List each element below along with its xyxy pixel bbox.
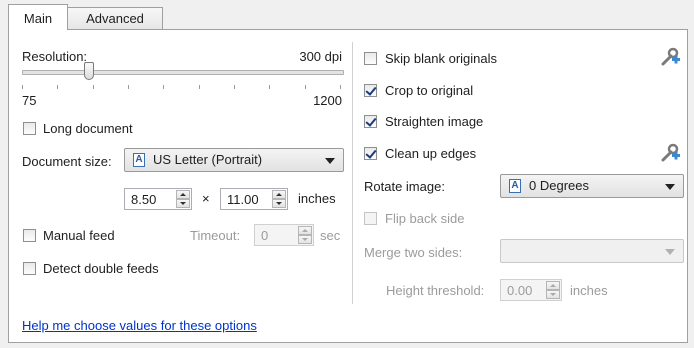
resolution-slider[interactable] [22, 62, 344, 92]
straighten-label: Straighten image [385, 114, 484, 129]
height-threshold-spinner[interactable]: 0.00 [500, 279, 562, 301]
spin-up-icon[interactable] [298, 226, 312, 235]
timeout-value: 0 [261, 228, 269, 243]
timeout-label: Timeout: [190, 228, 241, 243]
timeout-spinner[interactable]: 0 [254, 224, 314, 246]
slider-tick [234, 85, 235, 89]
manual-feed-label: Manual feed [43, 228, 115, 243]
merge-combo[interactable] [500, 239, 684, 263]
slider-thumb[interactable] [84, 62, 94, 80]
slider-tick [57, 85, 58, 89]
skip-blank-checkbox[interactable] [364, 52, 377, 65]
height-value: 11.00 [227, 192, 259, 207]
width-value: 8.50 [131, 192, 157, 207]
resolution-min-label: 75 [22, 93, 37, 108]
crop-checkbox[interactable] [364, 84, 377, 97]
document-icon: A [509, 179, 521, 193]
slider-tick [22, 85, 23, 89]
long-document-label: Long document [43, 121, 133, 136]
height-threshold-value: 0.00 [507, 283, 533, 298]
spin-down-icon[interactable] [272, 199, 286, 208]
document-size-label: Document size: [22, 154, 112, 169]
detect-double-feeds-checkbox[interactable] [23, 262, 36, 275]
times-sign: × [202, 191, 210, 206]
document-size-value: US Letter (Portrait) [153, 152, 263, 167]
column-divider [352, 42, 353, 304]
clean-edges-label: Clean up edges [385, 146, 477, 161]
flip-back-checkbox[interactable] [364, 212, 377, 225]
document-size-combo[interactable]: A US Letter (Portrait) [124, 148, 344, 172]
straighten-checkbox[interactable] [364, 115, 377, 128]
slider-tick [128, 85, 129, 89]
slider-track [22, 70, 344, 75]
height-threshold-label: Height threshold: [386, 283, 485, 298]
rotate-value: 0 Degrees [529, 178, 589, 193]
manual-feed-checkbox[interactable] [23, 229, 36, 242]
spin-up-icon[interactable] [272, 190, 286, 199]
document-icon: A [133, 153, 145, 167]
height-spinner[interactable]: 11.00 [220, 188, 288, 210]
spin-down-icon[interactable] [546, 290, 560, 299]
spin-up-icon[interactable] [546, 281, 560, 290]
slider-tick [305, 85, 306, 89]
tab-main[interactable]: Main [8, 4, 68, 30]
wrench-plus-icon[interactable] [660, 46, 682, 68]
flip-back-label: Flip back side [385, 211, 465, 226]
dimension-unit: inches [298, 191, 336, 206]
resolution-max-label: 1200 [313, 93, 342, 108]
width-spinner[interactable]: 8.50 [124, 188, 192, 210]
chevron-down-icon [665, 249, 675, 255]
slider-tick [269, 85, 270, 89]
slider-tick [199, 85, 200, 89]
slider-tick [93, 85, 94, 89]
clean-edges-checkbox[interactable] [364, 147, 377, 160]
rotate-combo[interactable]: A 0 Degrees [500, 174, 684, 198]
merge-label: Merge two sides: [364, 245, 463, 260]
wrench-plus-icon[interactable] [660, 142, 682, 164]
tab-main-label: Main [23, 11, 53, 26]
slider-tick [340, 85, 341, 89]
spin-down-icon[interactable] [298, 235, 312, 244]
long-document-checkbox[interactable] [23, 122, 36, 135]
spin-down-icon[interactable] [176, 199, 190, 208]
tab-advanced-label: Advanced [86, 11, 144, 26]
help-link[interactable]: Help me choose values for these options [22, 318, 257, 334]
crop-label: Crop to original [385, 83, 474, 98]
skip-blank-label: Skip blank originals [385, 51, 498, 66]
tab-advanced[interactable]: Advanced [67, 7, 163, 29]
rotate-label: Rotate image: [364, 179, 445, 194]
chevron-down-icon [325, 158, 335, 164]
chevron-down-icon [665, 184, 675, 190]
height-threshold-unit: inches [570, 283, 608, 298]
detect-double-feeds-label: Detect double feeds [43, 261, 159, 276]
spin-up-icon[interactable] [176, 190, 190, 199]
slider-tick [163, 85, 164, 89]
timeout-unit: sec [320, 228, 341, 243]
